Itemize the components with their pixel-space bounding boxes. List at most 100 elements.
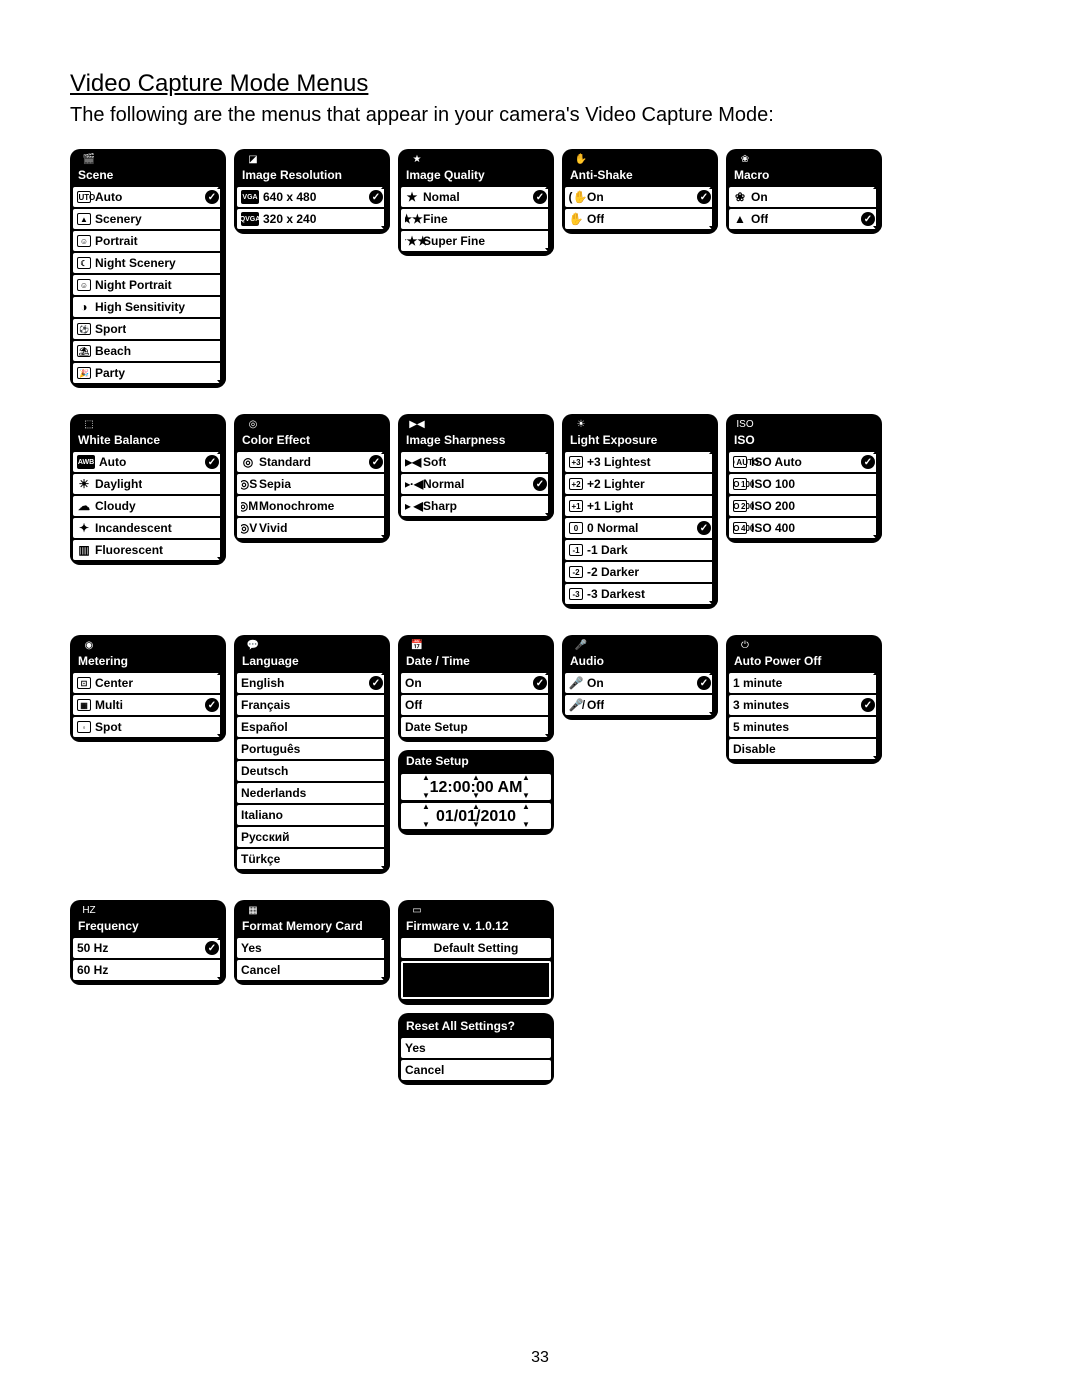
menu-item[interactable]: ▲Off✓ <box>729 209 879 229</box>
menu-item[interactable]: On✓ <box>401 673 551 693</box>
menu-item[interactable]: ⛱Beach <box>73 341 223 361</box>
menu-item[interactable]: ☺Portrait <box>73 231 223 251</box>
menu-item[interactable]: ❀On <box>729 187 879 207</box>
date-setup-time[interactable]: ▲▲▲12:00:00 AM▼▼▼ <box>401 774 551 800</box>
scroll-indicator <box>384 671 389 870</box>
default-setting-button[interactable]: Default Setting <box>401 938 551 958</box>
menu-item[interactable]: ▶ ◀Sharp <box>401 496 551 516</box>
menu-item[interactable]: 🎉Party <box>73 363 223 383</box>
grid-cell: ★Image Quality★Nomal✓★★Fine★★★Super Fine <box>398 149 558 396</box>
menu-item[interactable]: ◎SSepia <box>237 474 387 494</box>
menu-item[interactable]: Deutsch <box>237 761 387 781</box>
menu-item[interactable]: ◎VVivid <box>237 518 387 538</box>
option-icon: ISO AUTO <box>733 456 747 468</box>
menu-item[interactable]: +3+3 Lightest <box>565 452 715 472</box>
menu-item[interactable]: ▦Multi✓ <box>73 695 223 715</box>
menu-item[interactable]: Español <box>237 717 387 737</box>
menu-header: Color Effect <box>234 430 390 452</box>
firmware-panel: ▭Firmware v. 1.0.12Default Setting <box>398 900 554 1005</box>
scroll-indicator <box>548 450 553 517</box>
menu-item[interactable]: ✋Off <box>565 209 715 229</box>
menu-item[interactable]: ★★Fine <box>401 209 551 229</box>
menu-item[interactable]: English✓ <box>237 673 387 693</box>
date-setup-date[interactable]: ▲▲▲01/01/2010▼▼▼ <box>401 803 551 829</box>
menu-list: AWBAuto✓☀Daylight☁Cloudy✦Incandescent▥Fl… <box>70 452 226 560</box>
menu-item[interactable]: ★Nomal✓ <box>401 187 551 207</box>
menu-list: YesCancel <box>398 1038 554 1080</box>
menu-item[interactable]: ▲Scenery <box>73 209 223 229</box>
menu-item[interactable]: Date Setup <box>401 717 551 737</box>
menu-item[interactable]: 1 minute <box>729 673 879 693</box>
option-label: Off <box>751 212 768 226</box>
menu-item[interactable]: 🎤On✓ <box>565 673 715 693</box>
menu-item[interactable]: -1-1 Dark <box>565 540 715 560</box>
menu-item[interactable]: AWBAuto✓ <box>73 452 223 472</box>
menu-item[interactable]: +2+2 Lighter <box>565 474 715 494</box>
menu-item[interactable]: 50 Hz✓ <box>73 938 223 958</box>
menu-list: ★Nomal✓★★Fine★★★Super Fine <box>398 187 554 251</box>
menu-item[interactable]: ◦Spot <box>73 717 223 737</box>
scroll-indicator <box>220 671 225 738</box>
menu-item[interactable]: AUTOAuto✓ <box>73 187 223 207</box>
menu-item[interactable]: Yes <box>237 938 387 958</box>
menu-item[interactable]: ☀Daylight <box>73 474 223 494</box>
menu-item[interactable]: ISO 200ISO 200 <box>729 496 879 516</box>
menu-item[interactable]: Português <box>237 739 387 759</box>
option-label: Auto <box>95 190 122 204</box>
scroll-indicator <box>548 185 553 252</box>
menu-item[interactable]: ISO 100ISO 100 <box>729 474 879 494</box>
menu-item[interactable]: Yes <box>401 1038 551 1058</box>
scroll-indicator <box>384 936 389 981</box>
menu-item[interactable]: 🎤̸Off <box>565 695 715 715</box>
menu-tab-icon: ▦ <box>240 903 266 919</box>
menu-item[interactable]: Cancel <box>401 1060 551 1080</box>
menu-item[interactable]: Türkçe <box>237 849 387 869</box>
option-label: Beach <box>95 344 131 358</box>
option-label: 5 minutes <box>733 720 789 734</box>
menu-item[interactable]: Français <box>237 695 387 715</box>
menu-item[interactable]: Off <box>401 695 551 715</box>
menu-item[interactable]: Disable <box>729 739 879 759</box>
grid-cell: 🎤Audio🎤On✓🎤̸Off <box>562 635 722 882</box>
menu-header: Macro <box>726 165 882 187</box>
menu-header: Format Memory Card <box>234 916 390 938</box>
menu-item[interactable]: ★★★Super Fine <box>401 231 551 251</box>
scroll-indicator <box>876 185 881 230</box>
menu-item[interactable]: Русский <box>237 827 387 847</box>
menu-item[interactable]: ✦Incandescent <box>73 518 223 538</box>
menu-item[interactable]: 5 minutes <box>729 717 879 737</box>
menu-item[interactable]: ISO AUTOISO Auto✓ <box>729 452 879 472</box>
menu-item[interactable]: ▥Fluorescent <box>73 540 223 560</box>
menu-item[interactable]: ⚽Sport <box>73 319 223 339</box>
menu-item[interactable]: -3-3 Darkest <box>565 584 715 604</box>
menu-item[interactable]: 3 minutes✓ <box>729 695 879 715</box>
menu-item[interactable]: ▶◀Soft <box>401 452 551 472</box>
menu-item[interactable]: ◑High Sensitivity <box>73 297 223 317</box>
menu-item[interactable]: ▶·◀Normal✓ <box>401 474 551 494</box>
menu-item[interactable]: ☺Night Portrait <box>73 275 223 295</box>
menu-item[interactable]: ((✋On✓ <box>565 187 715 207</box>
option-label: Normal <box>423 477 464 491</box>
menu-item[interactable]: ☾Night Scenery <box>73 253 223 273</box>
grid-cell: ◪Image ResolutionVGA640 x 480✓QVGA320 x … <box>234 149 394 396</box>
option-label: -1 Dark <box>587 543 628 557</box>
menu-item[interactable]: ◎Standard✓ <box>237 452 387 472</box>
menu-item[interactable]: +1+1 Light <box>565 496 715 516</box>
menu-card-image_sharpness: ▶◀Image Sharpness▶◀Soft▶·◀Normal✓▶ ◀Shar… <box>398 414 554 521</box>
menu-item[interactable]: Cancel <box>237 960 387 980</box>
menu-item[interactable]: 60 Hz <box>73 960 223 980</box>
menu-item[interactable]: Italiano <box>237 805 387 825</box>
option-label: 60 Hz <box>77 963 108 977</box>
menu-item[interactable]: VGA640 x 480✓ <box>237 187 387 207</box>
option-icon: AWB <box>77 455 95 469</box>
menu-item[interactable]: ISO 400ISO 400 <box>729 518 879 538</box>
option-icon: 🎉 <box>77 367 91 379</box>
menu-item[interactable]: -2-2 Darker <box>565 562 715 582</box>
menu-item[interactable]: ⊡Center <box>73 673 223 693</box>
option-label: 3 minutes <box>733 698 789 712</box>
menu-item[interactable]: ☁Cloudy <box>73 496 223 516</box>
menu-item[interactable]: ◎MMonochrome <box>237 496 387 516</box>
menu-item[interactable]: QVGA320 x 240 <box>237 209 387 229</box>
menu-item[interactable]: Nederlands <box>237 783 387 803</box>
menu-item[interactable]: 00 Normal✓ <box>565 518 715 538</box>
